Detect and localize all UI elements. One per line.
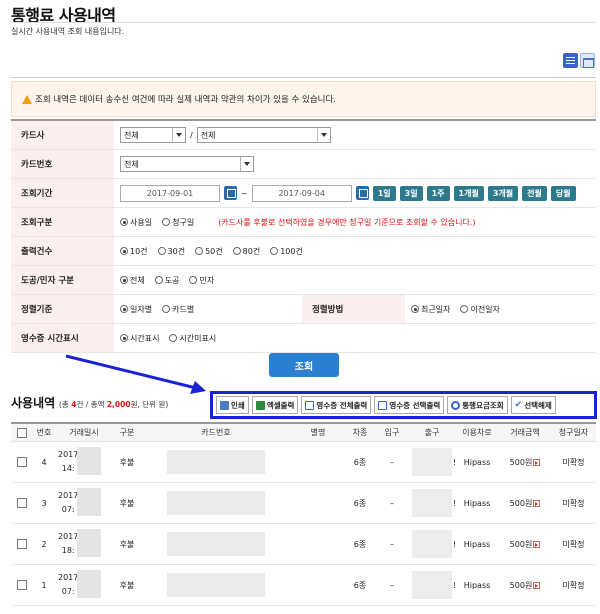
row-no: 2: [41, 539, 47, 549]
detail-icon[interactable]: [533, 581, 541, 589]
row-exit: !: [409, 565, 456, 605]
deselect-button[interactable]: ✔ 선택해제: [510, 396, 556, 414]
redacted-block: [167, 573, 265, 597]
row-card: [141, 565, 291, 605]
row-datetime: 2017 14:: [55, 442, 113, 482]
row-alias: [291, 524, 345, 564]
detail-icon[interactable]: [533, 540, 541, 548]
col-datetime: 거래일시: [69, 428, 99, 437]
excel-button[interactable]: 엑셀출력: [251, 396, 299, 414]
result-toolbar: 인쇄 엑셀출력 영수증 전체출력 영수증 선택출력 통행요금조회 ✔ 선택해제: [210, 391, 597, 419]
table-row: 2 2017 18: 후불 6종 – ! Hipass 500원 미확정: [11, 524, 596, 565]
row-lane: Hipass: [463, 539, 491, 549]
row-type: 후불: [119, 498, 135, 508]
row-no: 1: [41, 580, 47, 590]
usage-table: 번호 거래일시 구분 카드번호 별명 차종 입구 출구 이용차로 거래금액 청구…: [11, 422, 596, 606]
row-amount[interactable]: 500원: [499, 565, 551, 605]
row-bill-date: 미확정: [562, 498, 585, 508]
col-alias: 별명: [310, 428, 326, 437]
redacted-block: !: [412, 448, 456, 476]
col-entry: 입구: [384, 428, 400, 437]
row-checkbox[interactable]: [17, 498, 27, 508]
toll-lookup-button[interactable]: 통행요금조회: [447, 396, 508, 414]
row-exit: !: [409, 483, 456, 523]
col-bill-date: 청구일자: [558, 428, 589, 437]
row-class: 6종: [353, 457, 367, 467]
receipt-all-button[interactable]: 영수증 전체출력: [301, 396, 372, 414]
row-datetime: 2017 07:: [55, 483, 113, 523]
table-row: 1 2017 07: 후불 6종 – ! Hipass 500원 미확정: [11, 565, 596, 606]
row-card: [141, 442, 291, 482]
col-exit: 출구: [424, 428, 440, 437]
row-alias: [291, 565, 345, 605]
usage-title: 사용내역: [11, 396, 56, 410]
row-lane: Hipass: [463, 457, 491, 467]
redacted-block: !: [412, 530, 456, 558]
row-amount[interactable]: 500원: [499, 524, 551, 564]
check-icon: ✔: [514, 400, 523, 410]
detail-icon[interactable]: [533, 499, 541, 507]
usage-summary: (총 4건 / 총액 2,000원, 단위 원): [59, 400, 169, 409]
row-type: 후불: [119, 580, 135, 590]
excel-icon: [255, 400, 265, 410]
table-row: 4 2017 14: 후불 6종 – ! Hipass 500원 미확정: [11, 442, 596, 483]
row-entry: –: [390, 457, 394, 467]
row-checkbox[interactable]: [17, 457, 27, 467]
row-lane: Hipass: [463, 580, 491, 590]
row-class: 6종: [353, 498, 367, 508]
search-icon: [451, 400, 461, 410]
col-amount: 거래금액: [510, 428, 540, 437]
redacted-block: [77, 447, 101, 475]
row-exit: !: [409, 524, 456, 564]
redacted-block: [167, 491, 265, 515]
row-entry: –: [390, 580, 394, 590]
redacted-block: [77, 529, 101, 557]
col-class: 차종: [352, 428, 368, 437]
table-row: 3 2017 07: 후불 6종 – ! Hipass 500원 미확정: [11, 483, 596, 524]
row-type: 후불: [119, 539, 135, 549]
row-datetime: 2017 18:: [55, 524, 113, 564]
copy-icon: [378, 400, 388, 410]
row-no: 3: [41, 498, 47, 508]
row-amount[interactable]: 500원: [499, 483, 551, 523]
detail-icon[interactable]: [533, 458, 541, 466]
row-lane: Hipass: [463, 498, 491, 508]
redacted-block: !: [412, 489, 456, 517]
row-checkbox[interactable]: [17, 580, 27, 590]
row-card: [141, 524, 291, 564]
table-header: 번호 거래일시 구분 카드번호 별명 차종 입구 출구 이용차로 거래금액 청구…: [11, 424, 596, 442]
row-bill-date: 미확정: [562, 457, 585, 467]
row-entry: –: [390, 498, 394, 508]
row-checkbox[interactable]: [17, 539, 27, 549]
row-alias: [291, 483, 345, 523]
col-lane: 이용차로: [462, 428, 492, 437]
usage-total: 2,000: [106, 400, 131, 409]
redacted-block: [77, 570, 101, 598]
row-class: 6종: [353, 580, 367, 590]
col-no: 번호: [36, 428, 52, 437]
receipt-selected-button[interactable]: 영수증 선택출력: [374, 396, 445, 414]
printer-icon: [220, 400, 229, 410]
row-alias: [291, 442, 345, 482]
redacted-block: [167, 532, 265, 556]
copy-icon: [305, 400, 315, 410]
redacted-block: [167, 450, 265, 474]
row-amount[interactable]: 500원: [499, 442, 551, 482]
redacted-block: !: [412, 571, 456, 599]
print-button[interactable]: 인쇄: [216, 396, 249, 414]
row-type: 후불: [119, 457, 135, 467]
row-no: 4: [41, 457, 47, 467]
redacted-block: [77, 488, 101, 516]
row-exit: !: [409, 442, 456, 482]
row-bill-date: 미확정: [562, 539, 585, 549]
row-class: 6종: [353, 539, 367, 549]
col-type: 구분: [119, 428, 135, 437]
col-card: 카드번호: [201, 428, 231, 437]
row-entry: –: [390, 539, 394, 549]
row-bill-date: 미확정: [562, 580, 585, 590]
select-all-checkbox[interactable]: [17, 427, 27, 438]
row-card: [141, 483, 291, 523]
row-datetime: 2017 07:: [55, 565, 113, 605]
